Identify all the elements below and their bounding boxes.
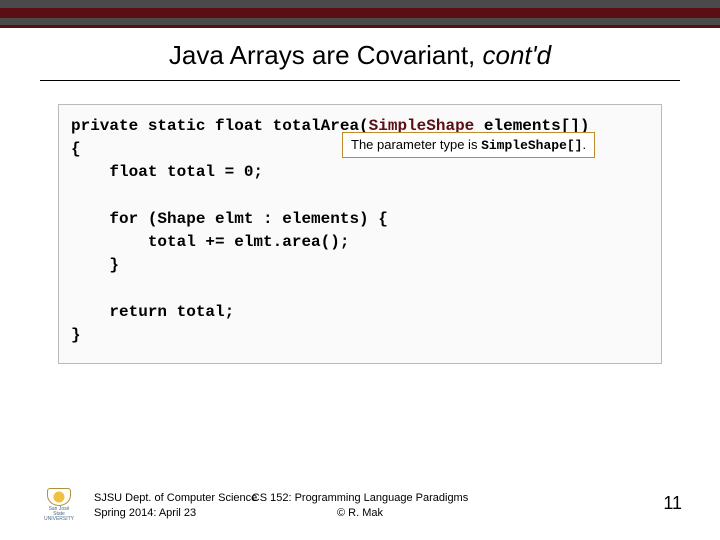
- code-line-7: return total;: [71, 303, 234, 321]
- title-italic: cont'd: [483, 40, 552, 70]
- annotation-callout: The parameter type is SimpleShape[].: [342, 132, 595, 158]
- code-line-1a: private static float totalArea(: [71, 117, 369, 135]
- title-text: Java Arrays are Covariant,: [169, 40, 483, 70]
- footer-course: CS 152: Programming Language Paradigms: [0, 491, 720, 505]
- code-line-2: {: [71, 140, 81, 158]
- decorative-top-bars: [0, 0, 720, 28]
- page-number: 11: [663, 493, 682, 514]
- bar-dark-1: [0, 0, 720, 8]
- annotation-type: SimpleShape[]: [481, 138, 582, 153]
- footer: San José State UNIVERSITY SJSU Dept. of …: [0, 488, 720, 528]
- bar-maroon-2: [0, 25, 720, 28]
- title-underline: [40, 80, 680, 81]
- annotation-prefix: The parameter type is: [351, 137, 481, 152]
- code-line-4: for (Shape elmt : elements) {: [71, 210, 388, 228]
- code-line-6: }: [71, 256, 119, 274]
- bar-maroon-1: [0, 8, 720, 18]
- code-line-3: float total = 0;: [71, 163, 263, 181]
- annotation-suffix: .: [582, 137, 586, 152]
- code-line-8: }: [71, 326, 81, 344]
- slide-title: Java Arrays are Covariant, cont'd: [0, 40, 720, 71]
- code-line-5: total += elmt.area();: [71, 233, 349, 251]
- bar-dark-2: [0, 18, 720, 25]
- footer-copyright: © R. Mak: [0, 506, 720, 520]
- footer-center: CS 152: Programming Language Paradigms ©…: [0, 491, 720, 520]
